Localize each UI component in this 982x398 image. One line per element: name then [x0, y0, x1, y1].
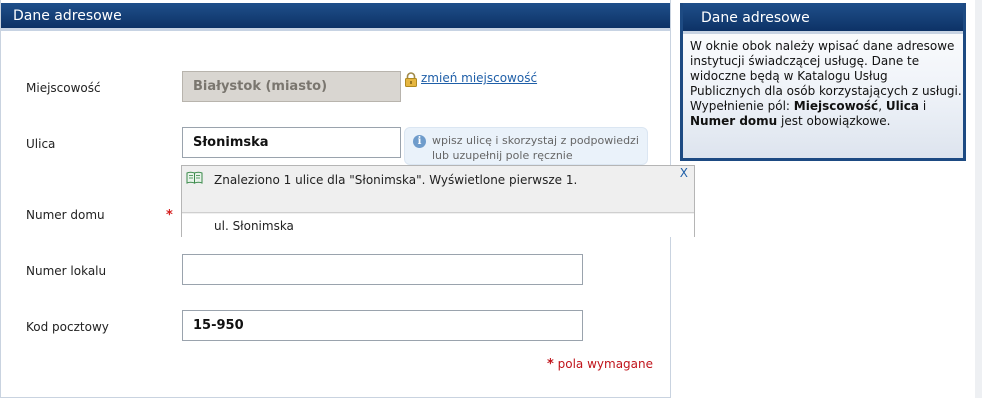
panel-title: Dane adresowe — [1, 3, 670, 31]
city-label: Miejscowość — [26, 81, 101, 95]
suggestions-message: Znaleziono 1 ulice dla "Słonimska". Wyśw… — [214, 173, 578, 187]
required-note: * pola wymagane — [547, 357, 653, 372]
help-text-end: jest obowiązkowe. — [777, 114, 891, 128]
help-text-bold-house-number: Numer domu — [690, 114, 778, 128]
required-star: * — [166, 208, 173, 223]
change-city-link-label: zmień miejscowość — [421, 71, 538, 85]
help-box-text: W oknie obok należy wpisać dane adresowe… — [690, 39, 962, 129]
book-icon — [186, 171, 203, 184]
street-hint-text: wpisz ulicę i skorzystaj z podpowiedzi l… — [432, 134, 639, 162]
suggestions-header: Znaleziono 1 ulice dla "Słonimska". Wyśw… — [182, 166, 694, 213]
street-input[interactable] — [182, 127, 401, 158]
info-icon: i — [413, 135, 426, 148]
required-note-star: * — [547, 357, 554, 372]
page-edge-scroll — [975, 0, 982, 398]
change-city-link[interactable]: zmień miejscowość — [404, 71, 538, 87]
street-suggestions: Znaleziono 1 ulice dla "Słonimska". Wyśw… — [181, 165, 695, 237]
help-text-bold-city: Miejscowość — [793, 99, 879, 113]
postal-code-input[interactable] — [182, 310, 583, 341]
street-label: Ulica — [26, 137, 56, 151]
flat-number-input[interactable] — [182, 254, 583, 285]
help-text-sep: i — [919, 99, 927, 113]
lock-icon — [405, 72, 417, 87]
required-note-text: pola wymagane — [557, 357, 654, 371]
house-number-label: Numer domu — [26, 208, 105, 222]
flat-number-label: Numer lokalu — [26, 264, 107, 278]
suggestion-item[interactable]: ul. Słonimska — [182, 214, 694, 237]
help-text-sep: , — [878, 99, 886, 113]
help-box: Dane adresowe W oknie obok należy wpisać… — [680, 3, 966, 161]
close-suggestions-button[interactable]: X — [680, 166, 688, 180]
street-hint: i wpisz ulicę i skorzystaj z podpowiedzi… — [404, 127, 648, 165]
help-box-title: Dane adresowe — [683, 3, 963, 34]
postal-code-label: Kod pocztowy — [26, 320, 109, 334]
help-text-bold-street: Ulica — [885, 99, 920, 113]
city-field — [182, 71, 401, 102]
